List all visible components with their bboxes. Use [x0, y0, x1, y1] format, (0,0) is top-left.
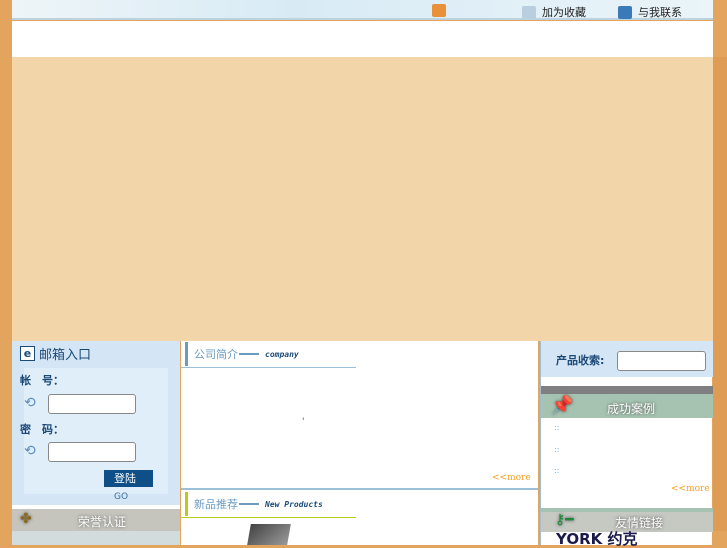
account-input[interactable]: [48, 394, 136, 414]
products-header: 新品推荐 New Products: [185, 492, 323, 516]
products-english: New Products: [265, 499, 323, 509]
cases-more-link[interactable]: <<more: [671, 484, 710, 494]
york-logo-link[interactable]: YORK 约克: [556, 532, 637, 547]
links-header: ⚷━ 友情链接: [541, 508, 713, 532]
login-button[interactable]: 登陆 GO: [104, 470, 153, 502]
arrow-icon: ⟲: [24, 395, 36, 411]
banner-area: [12, 21, 713, 57]
honor-body: [12, 531, 180, 545]
cases-header: 📌 成功案例: [541, 386, 713, 418]
flash-banner: [12, 57, 713, 341]
holly-icon: ✤: [20, 511, 32, 527]
company-english: company: [265, 349, 299, 359]
right-column: 产品收索: 📌 成功案例 :: :: :: <<more ⚷━ 友情链接 YOR…: [540, 341, 713, 547]
add-favorite-link[interactable]: 加为收藏: [522, 4, 586, 20]
divider: [181, 517, 356, 518]
divider: [181, 488, 538, 490]
case-item[interactable]: ::: [554, 423, 559, 432]
add-favorite-label: 加为收藏: [542, 6, 586, 19]
key-icon: ⚷━: [555, 512, 574, 528]
password-input[interactable]: [48, 442, 136, 462]
left-column: e 邮箱入口 帐 号： ⟲ 密 码： ⟲ 登陆 GO ✤ 荣誉认证: [12, 341, 180, 545]
page-border: [713, 57, 727, 531]
honor-title: 荣誉认证: [78, 515, 127, 529]
company-title: 公司简介: [194, 348, 238, 361]
product-image[interactable]: [247, 524, 291, 545]
login-go: GO: [114, 492, 129, 502]
case-item[interactable]: ::: [554, 466, 559, 475]
honor-header: ✤ 荣誉认证: [12, 509, 180, 531]
middle-column: 公司简介 company ' <<more 新品推荐 New Products: [181, 341, 538, 545]
company-header: 公司简介 company: [185, 342, 299, 366]
mail-title-text: 邮箱入口: [39, 348, 92, 363]
top-bar: 加为收藏 与我联系: [12, 0, 713, 20]
login-label: 登陆: [114, 472, 136, 485]
search-label: 产品收索:: [556, 354, 605, 367]
products-title: 新品推荐: [194, 498, 238, 511]
product-search: 产品收索:: [541, 341, 713, 377]
links-title: 友情链接: [615, 516, 664, 530]
cases-title: 成功案例: [607, 402, 656, 416]
home-link[interactable]: [432, 4, 446, 17]
contact-link[interactable]: 与我联系: [618, 4, 682, 20]
mail-e-icon: e: [20, 346, 35, 361]
home-icon: [432, 4, 446, 17]
contact-icon: [618, 5, 632, 19]
contact-label: 与我联系: [638, 6, 682, 19]
divider: [181, 367, 356, 368]
mail-login-panel: e 邮箱入口 帐 号： ⟲ 密 码： ⟲ 登陆 GO: [12, 341, 180, 505]
company-body: ': [302, 417, 305, 427]
password-label: 密 码：: [20, 423, 64, 436]
favorite-icon: [522, 5, 536, 19]
account-label: 帐 号：: [20, 374, 64, 387]
arrow-icon: ⟲: [24, 443, 36, 459]
pushpin-icon: 📌: [551, 395, 574, 416]
case-item[interactable]: ::: [554, 445, 559, 454]
search-input[interactable]: [617, 351, 706, 371]
mail-title: e 邮箱入口: [20, 344, 91, 363]
company-more-link[interactable]: <<more: [492, 473, 531, 483]
